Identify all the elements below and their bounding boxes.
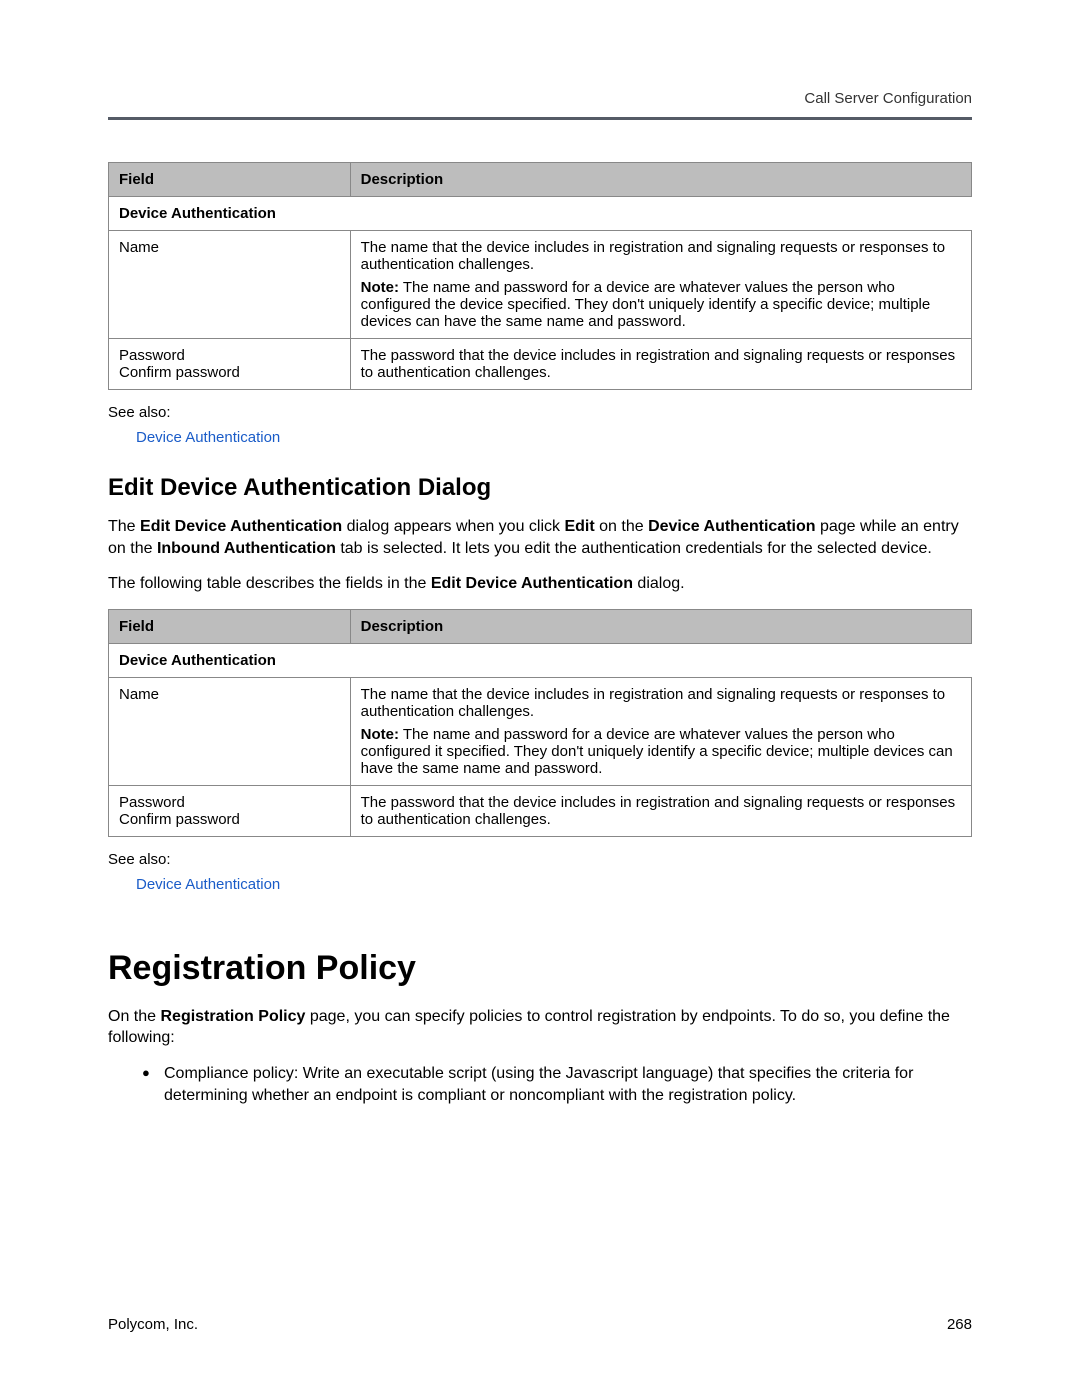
paragraph: On the Registration Policy page, you can… bbox=[108, 1006, 972, 1049]
desc-paragraph: The name that the device includes in reg… bbox=[361, 686, 961, 720]
th-description: Description bbox=[350, 609, 971, 643]
cell-description: The password that the device includes in… bbox=[350, 339, 971, 390]
bullet-list: Compliance policy: Write an executable s… bbox=[108, 1063, 972, 1106]
note-text: The name and password for a device are w… bbox=[361, 279, 931, 330]
desc-paragraph: The name that the device includes in reg… bbox=[361, 239, 961, 273]
page-footer: Polycom, Inc. 268 bbox=[108, 1316, 972, 1333]
heading-registration-policy: Registration Policy bbox=[108, 949, 972, 988]
cell-field: Password Confirm password bbox=[109, 785, 351, 836]
field-line: Password bbox=[119, 347, 340, 364]
table-row: Password Confirm password The password t… bbox=[109, 339, 972, 390]
heading-edit-device-auth-dialog: Edit Device Authentication Dialog bbox=[108, 474, 972, 502]
desc-note: Note: The name and password for a device… bbox=[361, 279, 961, 330]
cell-field: Name bbox=[109, 677, 351, 785]
field-line: Confirm password bbox=[119, 811, 340, 828]
paragraph: The following table describes the fields… bbox=[108, 573, 972, 595]
footer-page-number: 268 bbox=[947, 1316, 972, 1333]
table-row: Password Confirm password The password t… bbox=[109, 785, 972, 836]
cell-description: The name that the device includes in reg… bbox=[350, 231, 971, 339]
see-also-label: See also: bbox=[108, 404, 972, 421]
table-section-row: Device Authentication bbox=[109, 643, 972, 677]
header-rule bbox=[108, 117, 972, 120]
see-also-label: See also: bbox=[108, 851, 972, 868]
table-device-auth-2: Field Description Device Authentication … bbox=[108, 609, 972, 837]
field-line: Confirm password bbox=[119, 364, 340, 381]
section-label: Device Authentication bbox=[109, 197, 972, 231]
note-text: The name and password for a device are w… bbox=[361, 726, 953, 777]
note-label: Note: bbox=[361, 279, 399, 296]
list-item: Compliance policy: Write an executable s… bbox=[142, 1063, 972, 1106]
table-row: Name The name that the device includes i… bbox=[109, 231, 972, 339]
see-also-link-device-auth[interactable]: Device Authentication bbox=[136, 429, 280, 446]
cell-field: Password Confirm password bbox=[109, 339, 351, 390]
note-label: Note: bbox=[361, 726, 399, 743]
th-field: Field bbox=[109, 609, 351, 643]
see-also-link-device-auth[interactable]: Device Authentication bbox=[136, 876, 280, 893]
th-description: Description bbox=[350, 163, 971, 197]
desc-note: Note: The name and password for a device… bbox=[361, 726, 961, 777]
field-line: Password bbox=[119, 794, 340, 811]
section-label: Device Authentication bbox=[109, 643, 972, 677]
table-section-row: Device Authentication bbox=[109, 197, 972, 231]
th-field: Field bbox=[109, 163, 351, 197]
running-header: Call Server Configuration bbox=[108, 90, 972, 107]
cell-field: Name bbox=[109, 231, 351, 339]
cell-description: The name that the device includes in reg… bbox=[350, 677, 971, 785]
cell-description: The password that the device includes in… bbox=[350, 785, 971, 836]
footer-company: Polycom, Inc. bbox=[108, 1316, 198, 1333]
table-device-auth-1: Field Description Device Authentication … bbox=[108, 162, 972, 390]
paragraph: The Edit Device Authentication dialog ap… bbox=[108, 516, 972, 559]
table-row: Name The name that the device includes i… bbox=[109, 677, 972, 785]
